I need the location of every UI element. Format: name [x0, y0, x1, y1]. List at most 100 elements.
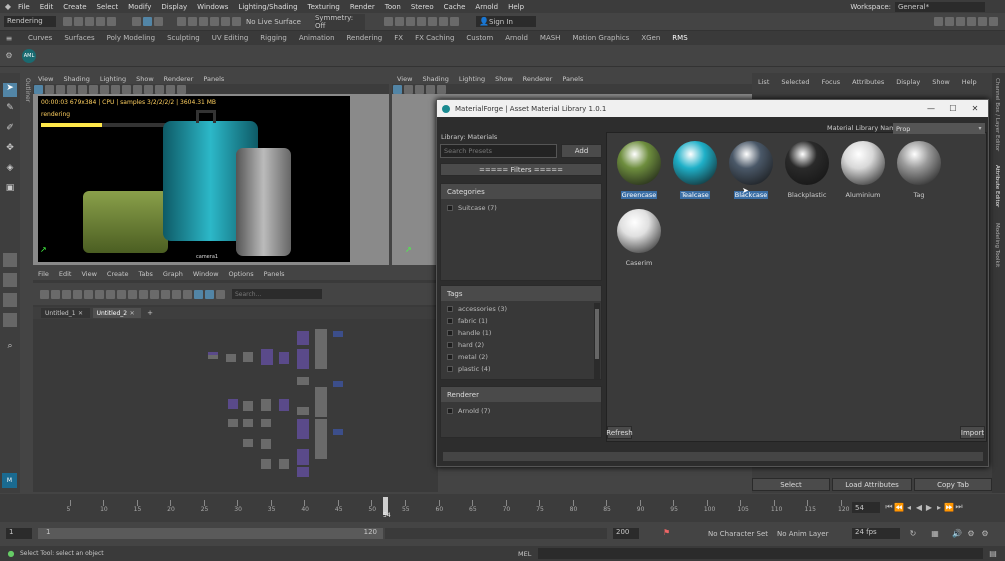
shelf-tab-poly-modeling[interactable]: Poly Modeling [101, 34, 161, 42]
viewport-menu-panels[interactable]: Panels [557, 75, 588, 83]
range-start-field[interactable]: 1 [6, 528, 32, 539]
command-line-input[interactable] [538, 548, 983, 559]
node-search-field[interactable]: Search... [232, 289, 322, 299]
shelf-tab-xgen[interactable]: XGen [635, 34, 666, 42]
filter-item[interactable]: rugged (1) [441, 375, 601, 377]
menu-file[interactable]: File [13, 3, 35, 11]
dialog-title-bar[interactable]: MaterialForge | Asset Material Library 1… [437, 100, 988, 117]
viewport-menu-renderer[interactable]: Renderer [159, 75, 199, 83]
tags-scroll-thumb[interactable] [595, 309, 599, 359]
select-object-icon[interactable] [143, 17, 152, 26]
node-menu-panels[interactable]: Panels [259, 270, 290, 278]
material-swatch-aluminium[interactable] [841, 141, 885, 185]
material-swatch-tealcase[interactable] [673, 141, 717, 185]
select-component-icon[interactable] [154, 17, 163, 26]
viewport-menu-view[interactable]: View [392, 75, 417, 83]
refresh-button[interactable]: Refresh [606, 426, 633, 439]
menu-windows[interactable]: Windows [192, 3, 233, 11]
full-mode-icon[interactable] [150, 289, 159, 299]
maximize-icon[interactable]: ☐ [942, 104, 964, 114]
node-menu-view[interactable]: View [76, 270, 101, 278]
script-editor-icon[interactable]: ▤ [988, 549, 998, 559]
prev-key-icon[interactable]: ◂ [904, 502, 914, 512]
material-label[interactable]: Tealcase [665, 191, 725, 199]
node-menu-create[interactable]: Create [102, 270, 134, 278]
snap-curve-icon[interactable] [188, 17, 197, 26]
cache-icon[interactable]: ▦ [930, 528, 940, 538]
graph-node[interactable] [297, 419, 309, 439]
menu-render[interactable]: Render [345, 3, 380, 11]
bookmark-icon[interactable] [45, 84, 54, 94]
material-swatch-blackplastic[interactable] [785, 141, 829, 185]
checkbox[interactable] [447, 306, 453, 312]
character-set-select[interactable]: No Character Set [708, 530, 768, 538]
graph-node[interactable] [279, 459, 289, 469]
render-frame-icon[interactable] [383, 17, 393, 26]
aml-dock-button[interactable]: M [2, 473, 17, 488]
attr-copy-tab-button[interactable]: Copy Tab [914, 478, 992, 491]
mel-label[interactable]: MEL [518, 550, 531, 558]
shelf-tab-fx[interactable]: FX [388, 34, 409, 42]
rotate-tool-icon[interactable]: ◈ [3, 163, 17, 177]
resolution-gate-icon[interactable] [89, 84, 98, 94]
minimize-icon[interactable]: — [920, 104, 942, 114]
go-end-icon[interactable]: ⏭ [954, 502, 964, 512]
lib-name-select[interactable]: Prop ▾ [893, 123, 985, 134]
filter-item[interactable]: accessories (3) [441, 303, 601, 315]
attr-menu-help[interactable]: Help [956, 78, 983, 86]
modeling-toolkit-tab[interactable]: Modeling Toolkit [994, 223, 1000, 283]
graph-node[interactable] [208, 355, 218, 359]
frame-selected-icon[interactable] [106, 289, 115, 299]
graph-node[interactable] [226, 354, 236, 362]
graph-node[interactable] [243, 439, 253, 447]
preset-search-input[interactable]: Search Presets [440, 144, 557, 158]
checkbox[interactable] [447, 408, 453, 414]
attr-menu-list[interactable]: List [752, 78, 775, 86]
shelf-tab-animation[interactable]: Animation [293, 34, 341, 42]
layout-side-icon[interactable] [3, 293, 17, 307]
viewport-menu-show[interactable]: Show [490, 75, 518, 83]
arnold-render-icon[interactable] [438, 17, 448, 26]
graph-input-icon[interactable] [40, 289, 49, 299]
settings-icon[interactable]: ⚙ [966, 528, 976, 538]
graph-node[interactable] [208, 352, 218, 355]
select-tool-icon[interactable]: ➤ [3, 83, 17, 97]
shelf-tab-fx-caching[interactable]: FX Caching [409, 34, 460, 42]
xray-icon[interactable] [177, 84, 186, 94]
attr-menu-selected[interactable]: Selected [775, 78, 815, 86]
graph-node[interactable] [333, 331, 343, 337]
hypershade-icon[interactable] [416, 17, 426, 26]
graph-node[interactable] [279, 399, 289, 411]
light-editor-icon[interactable] [449, 17, 459, 26]
wireframe-icon[interactable] [100, 84, 109, 94]
viewport-menu-view[interactable]: View [33, 75, 58, 83]
lasso-tool-icon[interactable]: ✎ [3, 103, 17, 117]
filter-item[interactable]: fabric (1) [441, 315, 601, 327]
new-scene-icon[interactable] [63, 17, 72, 26]
symmetry-select[interactable]: Symmetry: Off [314, 13, 365, 30]
film-gate-icon[interactable] [437, 84, 446, 94]
go-start-icon[interactable]: ⏮ [884, 502, 894, 512]
layout-two-icon[interactable] [956, 17, 965, 26]
viewport-menu-panels[interactable]: Panels [198, 75, 229, 83]
shelf-tab-surfaces[interactable]: Surfaces [58, 34, 100, 42]
bookmark-icon[interactable] [404, 84, 413, 94]
shelf-gear-icon[interactable]: ⚙ [4, 51, 14, 61]
step-forward-icon[interactable]: ⏩ [944, 502, 954, 512]
scale-tool-icon[interactable]: ▣ [3, 183, 17, 197]
checkbox[interactable] [447, 318, 453, 324]
graph-both-icon[interactable] [62, 289, 71, 299]
attr-menu-show[interactable]: Show [926, 78, 956, 86]
graph-node[interactable] [297, 449, 309, 465]
graph-output-icon[interactable] [51, 289, 60, 299]
next-key-icon[interactable]: ▸ [934, 502, 944, 512]
checkbox[interactable] [447, 354, 453, 360]
layout-settings-icon[interactable] [989, 17, 998, 26]
graph-node[interactable] [243, 352, 253, 362]
connected-mode-icon[interactable] [139, 289, 148, 299]
checkbox[interactable] [447, 342, 453, 348]
grid-toggle-icon[interactable] [426, 84, 435, 94]
graph-node[interactable] [315, 387, 327, 417]
play-forward-icon[interactable]: ▶ [924, 502, 934, 512]
menu-edit[interactable]: Edit [35, 3, 59, 11]
